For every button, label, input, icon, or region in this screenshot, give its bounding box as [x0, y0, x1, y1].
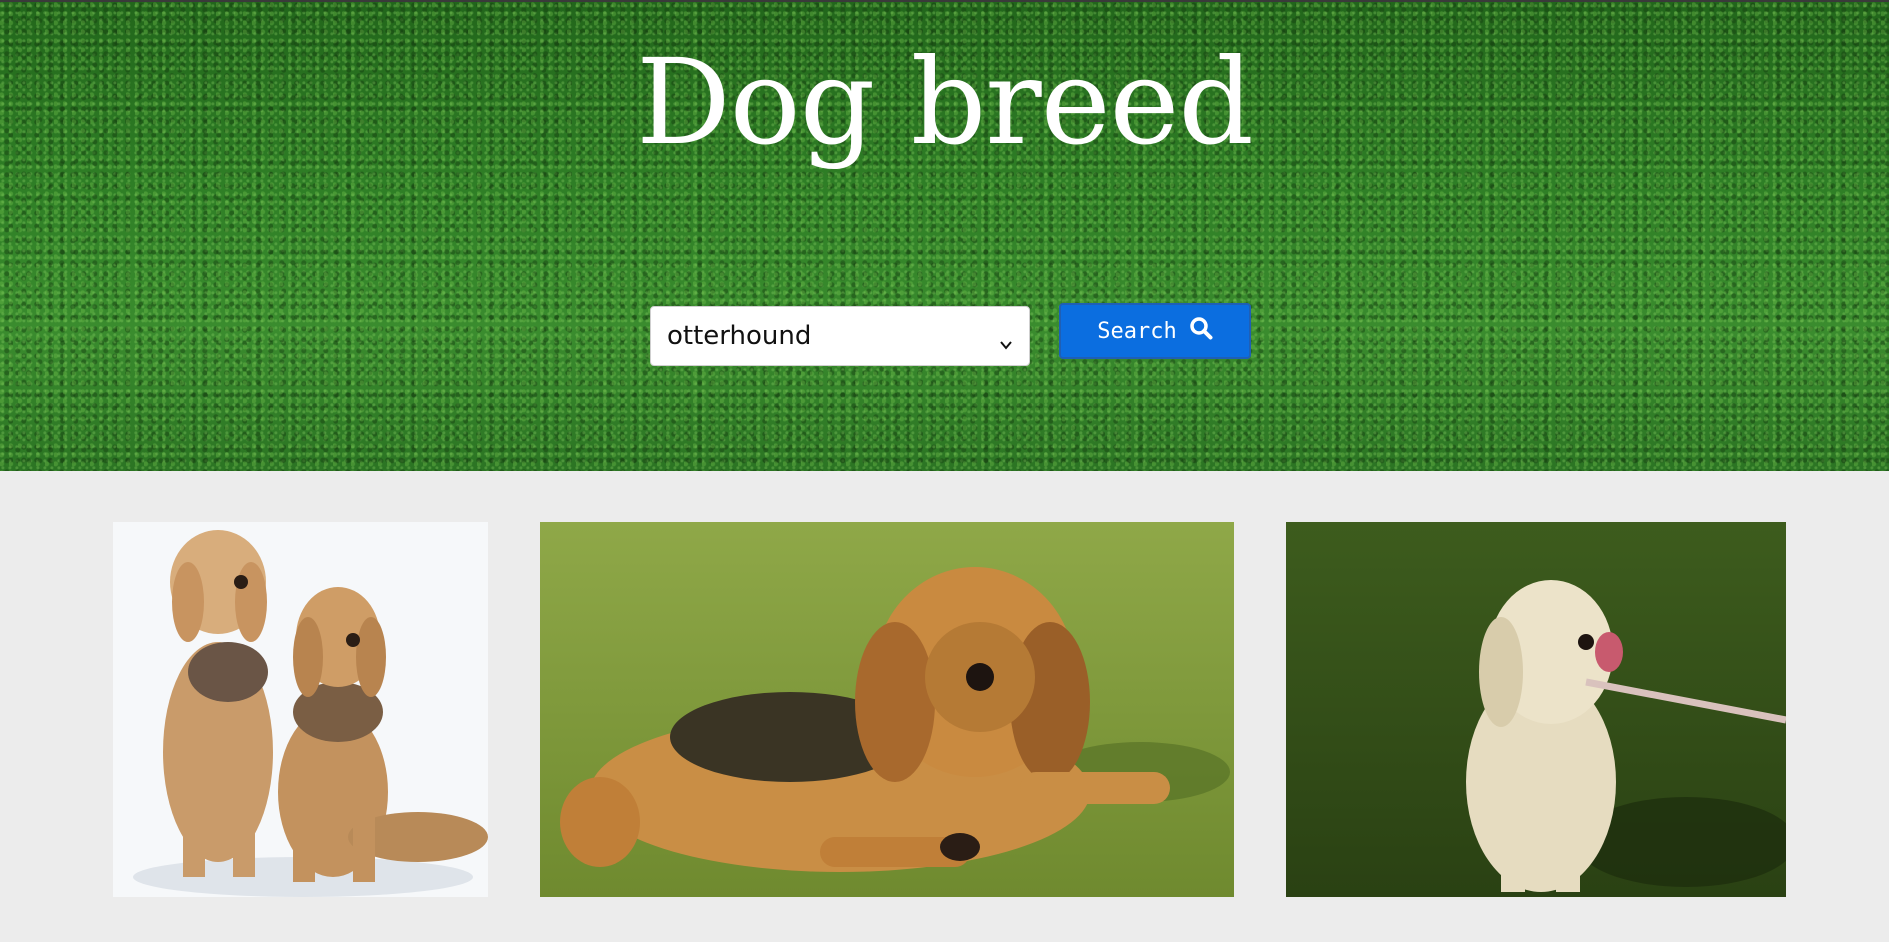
dog-gallery — [0, 522, 1889, 897]
chevron-down-icon — [999, 329, 1013, 350]
breed-select[interactable]: otterhound — [650, 306, 1030, 366]
search-icon — [1189, 316, 1213, 346]
page-title: Dog breed — [636, 33, 1254, 171]
dog-photo — [540, 522, 1234, 897]
search-button-label: Search — [1097, 318, 1177, 344]
hero-banner: Dog breed otterhound Search — [0, 0, 1889, 471]
dog-photo — [1286, 522, 1786, 897]
dog-photo — [113, 522, 488, 897]
breed-select-value: otterhound — [667, 321, 812, 351]
search-button[interactable]: Search — [1059, 303, 1251, 359]
